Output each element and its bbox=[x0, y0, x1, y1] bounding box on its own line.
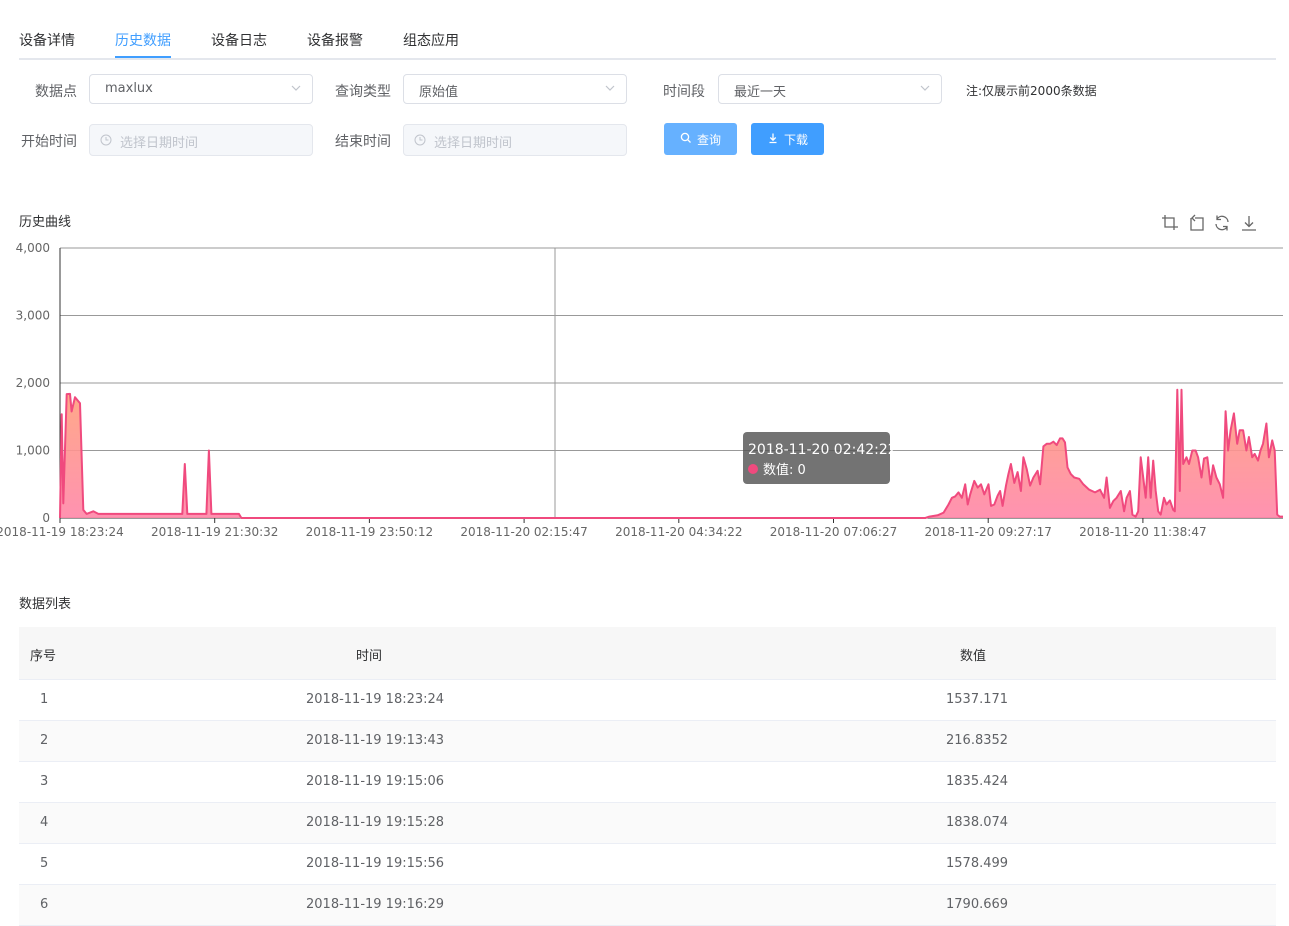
crop-zoom-icon[interactable] bbox=[1161, 214, 1179, 232]
header-value: 数值 bbox=[960, 649, 987, 664]
cell-index: 4 bbox=[40, 815, 49, 830]
x-tick-label: 2018-11-20 07:06:27 bbox=[770, 525, 897, 539]
x-tick-label: 2018-11-20 02:15:47 bbox=[460, 525, 587, 539]
tooltip-time: 2018-11-20 02:42:22 bbox=[748, 442, 897, 458]
table-row[interactable]: 6 2018-11-19 19:16:29 1790.669 bbox=[19, 885, 1276, 926]
cell-time: 2018-11-19 19:16:29 bbox=[306, 897, 445, 912]
data-limit-note: 注:仅展示前2000条数据 bbox=[966, 84, 1097, 98]
header-time: 时间 bbox=[356, 649, 383, 664]
y-tick-label: 2,000 bbox=[16, 376, 50, 390]
x-tick-label: 2018-11-19 18:23:24 bbox=[0, 525, 124, 539]
active-tab-indicator bbox=[115, 56, 171, 58]
table-row[interactable]: 3 2018-11-19 19:15:06 1835.424 bbox=[19, 762, 1276, 803]
y-tick-label: 4,000 bbox=[16, 241, 50, 255]
header-index: 序号 bbox=[30, 649, 57, 664]
cell-time: 2018-11-19 19:15:28 bbox=[306, 815, 445, 830]
query-button[interactable]: 查询 bbox=[664, 123, 737, 155]
x-tick-label: 2018-11-19 21:30:32 bbox=[151, 525, 278, 539]
tab-bar: 设备详情 历史数据 设备日志 设备报警 组态应用 bbox=[19, 0, 1276, 60]
period-label: 时间段 bbox=[663, 84, 705, 100]
cell-index: 3 bbox=[40, 774, 49, 789]
table-row[interactable]: 4 2018-11-19 19:15:28 1838.074 bbox=[19, 803, 1276, 844]
y-tick-label: 3,000 bbox=[16, 309, 50, 323]
table-row[interactable]: 5 2018-11-19 19:15:56 1578.499 bbox=[19, 844, 1276, 885]
tab-scada-app[interactable]: 组态应用 bbox=[403, 30, 459, 50]
query-type-value: 原始值 bbox=[419, 85, 459, 100]
start-time-placeholder: 选择日期时间 bbox=[120, 136, 199, 151]
zoom-reset-icon[interactable] bbox=[1187, 214, 1205, 232]
end-time-label: 结束时间 bbox=[335, 134, 391, 150]
refresh-icon[interactable] bbox=[1213, 214, 1231, 232]
x-tick-label: 2018-11-19 23:50:12 bbox=[306, 525, 433, 539]
chevron-down-icon bbox=[605, 85, 615, 91]
clock-icon bbox=[414, 134, 426, 146]
cell-time: 2018-11-19 18:23:24 bbox=[306, 692, 445, 707]
cell-time: 2018-11-19 19:15:56 bbox=[306, 856, 445, 871]
end-time-placeholder: 选择日期时间 bbox=[434, 136, 513, 151]
query-button-label: 查询 bbox=[697, 133, 722, 147]
query-type-label: 查询类型 bbox=[335, 84, 391, 100]
cell-value: 1838.074 bbox=[946, 815, 1009, 830]
download-button[interactable]: 下载 bbox=[751, 123, 824, 155]
end-time-picker[interactable]: 选择日期时间 bbox=[403, 124, 627, 156]
history-area-chart[interactable]: 0 1,000 2,000 3,000 4,000 2018-11-19 18:23:24… bbox=[0, 236, 1289, 546]
chart-section-title: 历史曲线 bbox=[19, 215, 72, 230]
tooltip-value: 数值: 0 bbox=[763, 462, 806, 478]
download-icon[interactable] bbox=[1240, 214, 1258, 232]
period-select[interactable]: 最近一天 bbox=[718, 74, 942, 104]
datapoint-label: 数据点 bbox=[35, 84, 77, 100]
cell-index: 1 bbox=[40, 692, 49, 707]
y-tick-label: 1,000 bbox=[16, 444, 50, 458]
datapoint-value: maxlux bbox=[105, 81, 153, 96]
tab-history-data[interactable]: 历史数据 bbox=[115, 30, 171, 50]
x-tick-label: 2018-11-20 11:38:47 bbox=[1079, 525, 1206, 539]
start-time-label: 开始时间 bbox=[21, 134, 77, 150]
chevron-down-icon bbox=[920, 85, 930, 91]
query-type-select[interactable]: 原始值 bbox=[403, 74, 627, 104]
y-tick-label: 0 bbox=[42, 511, 50, 525]
clock-icon bbox=[100, 134, 112, 146]
period-value: 最近一天 bbox=[734, 85, 787, 100]
table-section-title: 数据列表 bbox=[19, 597, 72, 612]
download-button-label: 下载 bbox=[784, 133, 809, 147]
x-tick-label: 2018-11-20 04:34:22 bbox=[615, 525, 742, 539]
cell-time: 2018-11-19 19:15:06 bbox=[306, 774, 445, 789]
cell-value: 1790.669 bbox=[946, 897, 1009, 912]
data-table: 序号 时间 数值 1 2018-11-19 18:23:24 1537.171 2 20… bbox=[19, 627, 1276, 926]
x-tick-label: 2018-11-20 09:27:17 bbox=[924, 525, 1051, 539]
cell-index: 5 bbox=[40, 856, 49, 871]
series-area bbox=[60, 389, 1283, 518]
cell-value: 1537.171 bbox=[946, 692, 1009, 707]
cell-index: 6 bbox=[40, 897, 49, 912]
cell-value: 1835.424 bbox=[946, 774, 1009, 789]
download-icon bbox=[769, 133, 777, 144]
tab-device-details[interactable]: 设备详情 bbox=[19, 30, 75, 50]
tab-device-log[interactable]: 设备日志 bbox=[211, 30, 267, 50]
cell-time: 2018-11-19 19:13:43 bbox=[306, 733, 445, 748]
tab-device-alarm[interactable]: 设备报警 bbox=[307, 30, 363, 50]
datapoint-select[interactable]: maxlux bbox=[89, 74, 313, 104]
search-icon bbox=[680, 132, 691, 143]
table-row[interactable]: 2 2018-11-19 19:13:43 216.8352 bbox=[19, 721, 1276, 762]
tooltip-marker bbox=[748, 464, 758, 474]
cell-index: 2 bbox=[40, 733, 49, 748]
cell-value: 216.8352 bbox=[946, 733, 1009, 748]
table-row[interactable]: 1 2018-11-19 18:23:24 1537.171 bbox=[19, 680, 1276, 721]
table-header: 序号 时间 数值 bbox=[19, 627, 1276, 680]
chevron-down-icon bbox=[291, 85, 301, 91]
start-time-picker[interactable]: 选择日期时间 bbox=[89, 124, 313, 156]
cell-value: 1578.499 bbox=[946, 856, 1009, 871]
table-body: 1 2018-11-19 18:23:24 1537.171 2 2018-11-19 … bbox=[19, 680, 1276, 926]
